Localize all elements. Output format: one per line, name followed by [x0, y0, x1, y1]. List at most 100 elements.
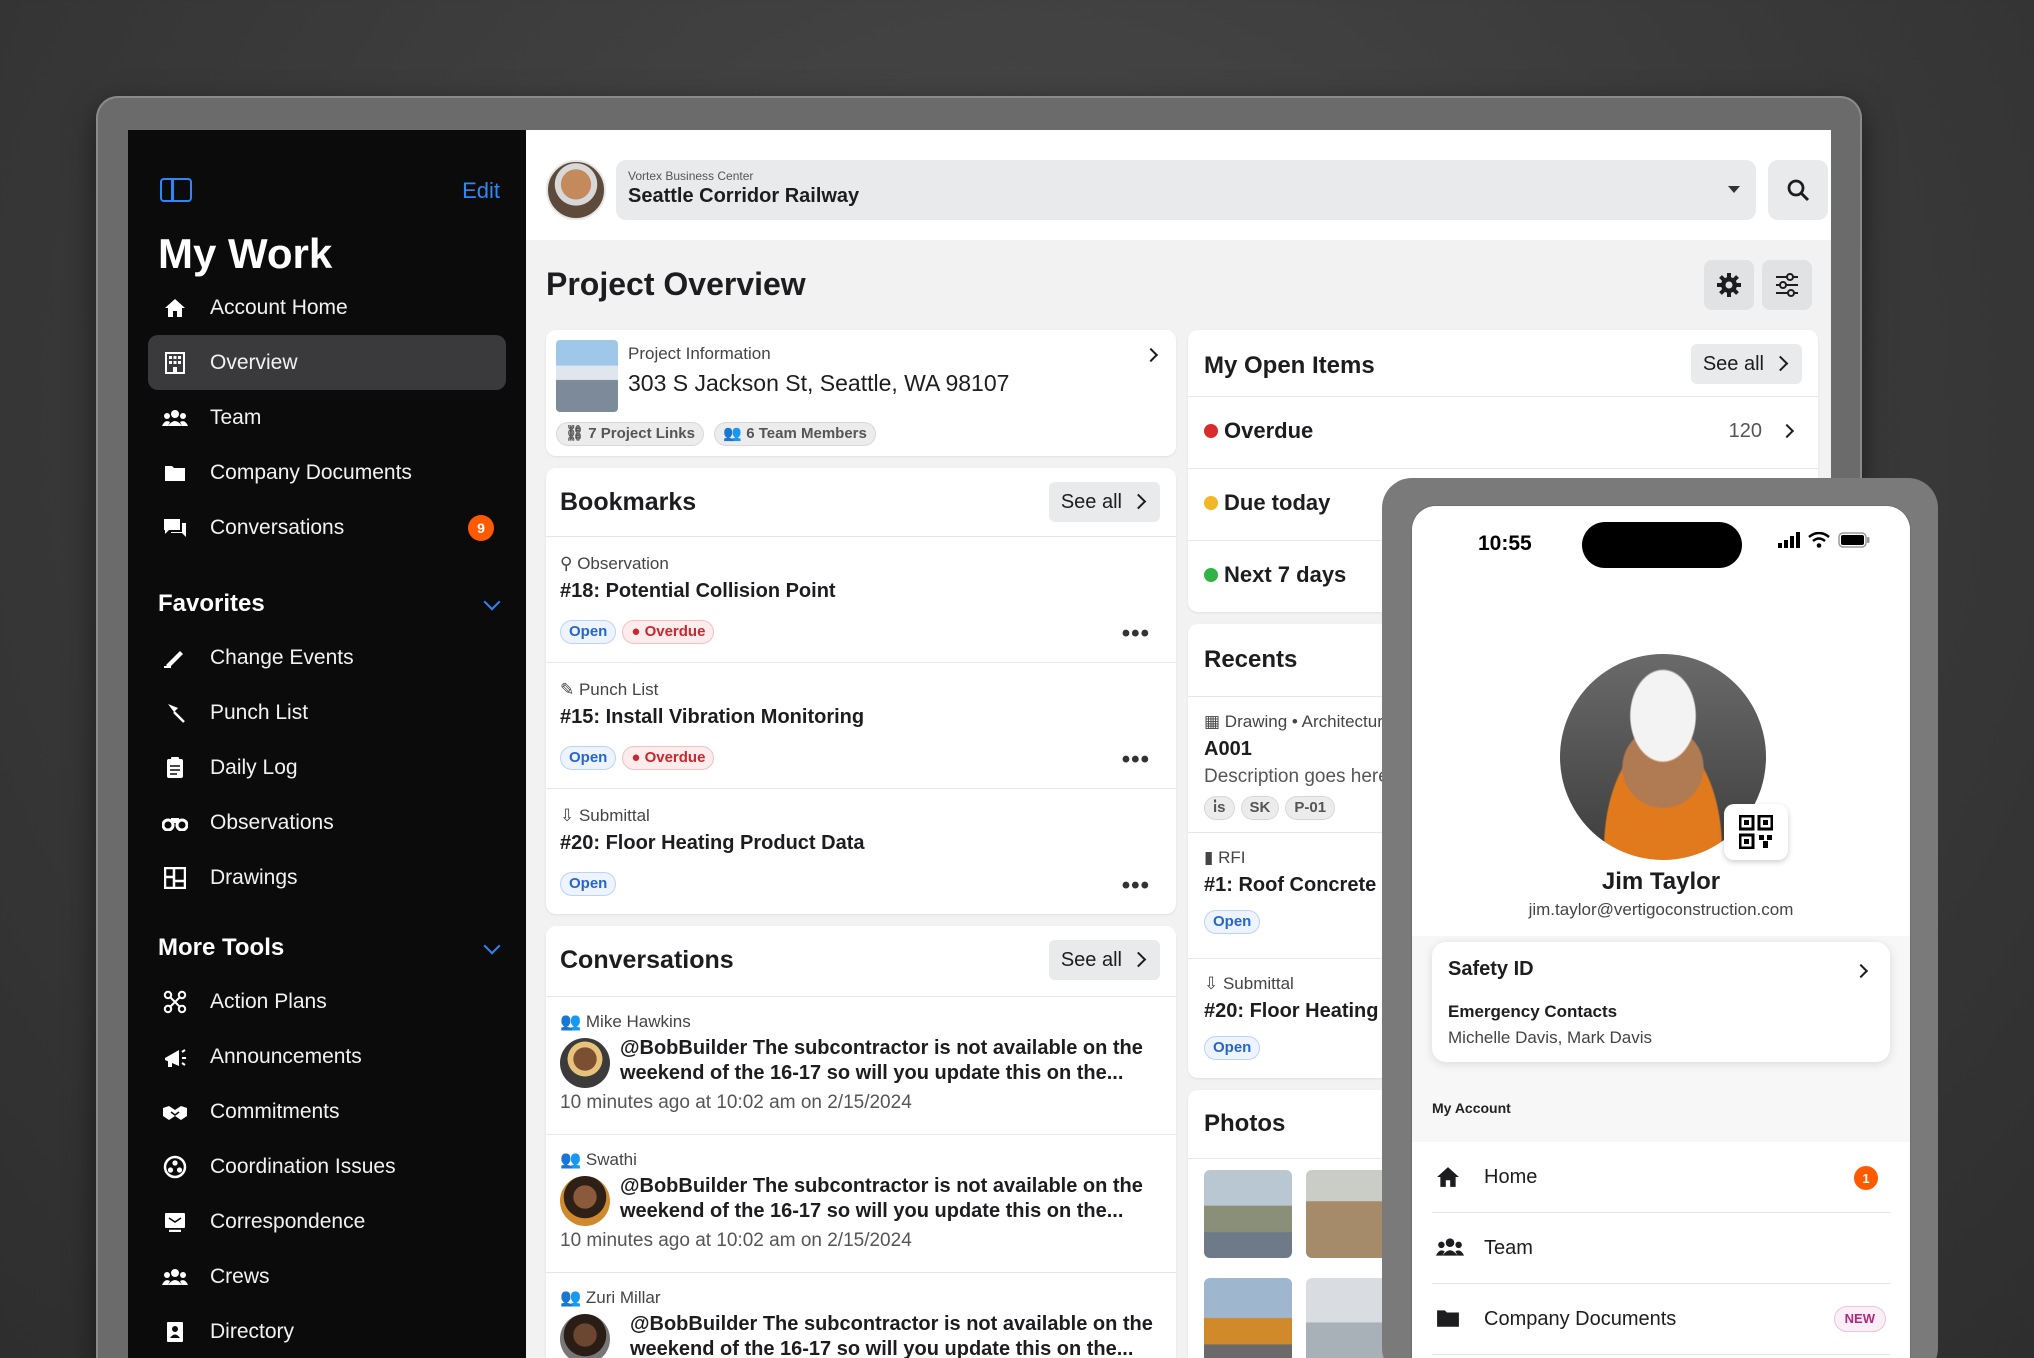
sidebar-item-drawings[interactable]: Drawings — [148, 850, 506, 905]
sidebar-item-action-plans[interactable]: Action Plans — [148, 974, 506, 1029]
project-selector[interactable]: Vortex Business Center Seattle Corridor … — [616, 160, 1756, 220]
more-options-icon[interactable]: ••• — [1122, 872, 1150, 900]
more-options-icon[interactable]: ••• — [1122, 746, 1150, 774]
open-items-label: Overdue — [1204, 418, 1313, 444]
phone-item-home[interactable]: Home 1 — [1432, 1142, 1890, 1213]
binoculars-icon — [160, 815, 190, 831]
folder-icon — [1436, 1308, 1462, 1328]
sidebar-item-correspondence[interactable]: Correspondence — [148, 1194, 506, 1249]
status-dot — [1204, 568, 1218, 582]
phone-screen: 10:55 Jim Taylor jim.taylor@vertigoconst… — [1412, 506, 1910, 1358]
sidebar-item-announcements[interactable]: Announcements — [148, 1029, 506, 1084]
sidebar-item-crews[interactable]: Crews — [148, 1249, 506, 1304]
crews-icon — [160, 1268, 190, 1286]
conversation-line: weekend of the 16-17 so will you update … — [630, 1338, 1134, 1358]
sidebar-top: Edit — [160, 178, 500, 208]
recent-chips: i̇s SK P-01 — [1204, 796, 1341, 820]
chat-icon — [160, 518, 190, 538]
conversations-badge: 9 — [468, 514, 494, 541]
sidebar-item-overview[interactable]: Overview — [148, 335, 506, 390]
photo-thumbnail[interactable] — [1306, 1170, 1394, 1258]
bookmarks-see-all-button[interactable]: See all — [1048, 482, 1160, 522]
bookmark-status: Open — [560, 872, 622, 896]
project-chips: ⛓ 7 Project Links 👥 6 Team Members — [556, 422, 882, 446]
open-items-row-overdue[interactable]: Overdue 120 — [1188, 396, 1818, 468]
sidebar-item-team[interactable]: Team — [148, 390, 506, 445]
sidebar-item-label: Directory — [210, 1319, 295, 1343]
sidebar-item-label: Conversations — [210, 515, 345, 539]
project-info-card[interactable]: Project Information 303 S Jackson St, Se… — [546, 330, 1176, 456]
qr-code-button[interactable] — [1724, 804, 1788, 860]
open-items-label: Next 7 days — [1204, 562, 1346, 588]
conversation-item[interactable]: 👥 Zuri Millar @BobBuilder The subcontrac… — [546, 1272, 1176, 1358]
sidebar-edit-button[interactable]: Edit — [462, 178, 500, 204]
sidebar-item-label: Drawings — [210, 865, 298, 889]
more-tools-title: More Tools — [158, 934, 285, 961]
bookmark-type: ✎ Punch List — [560, 680, 659, 699]
conversation-time: 10 minutes ago at 10:02 am on 2/15/2024 — [560, 1092, 912, 1113]
project-links-chip[interactable]: ⛓ 7 Project Links — [556, 422, 704, 446]
bookmark-title: #15: Install Vibration Monitoring — [560, 706, 865, 728]
team-members-chip[interactable]: 👥 6 Team Members — [714, 422, 876, 446]
my-account-list: Home 1 Team Company Documents NEW — [1412, 1142, 1910, 1358]
search-button[interactable] — [1768, 160, 1828, 220]
sidebar-item-commitments[interactable]: Commitments — [148, 1084, 506, 1139]
open-items-see-all-button[interactable]: See all — [1690, 344, 1802, 384]
conversation-text: @BobBuilder The subcontractor is not ava… — [620, 1036, 1160, 1086]
bookmark-type: ⇩ Submittal — [560, 806, 650, 825]
bookmark-type: ⚲ Observation — [560, 554, 669, 573]
my-account-heading: My Account — [1432, 1100, 1511, 1116]
favorites-title: Favorites — [158, 590, 265, 617]
team-icon — [160, 409, 190, 427]
bookmark-item[interactable]: ⇩ Submittal #20: Floor Heating Product D… — [546, 788, 1176, 914]
building-icon — [160, 351, 190, 374]
conversations-card: Conversations See all 👥 Mike Hawkins @Bo… — [546, 926, 1176, 1358]
bookmark-type-label: Submittal — [578, 806, 650, 825]
project-info-label: Project Information — [628, 344, 771, 363]
favorites-section-header[interactable]: Favorites — [158, 590, 501, 618]
sidebar-item-change-events[interactable]: Change Events — [148, 630, 506, 685]
bookmark-status: Open ● Overdue — [560, 746, 720, 770]
user-avatar[interactable] — [546, 160, 606, 220]
recent-type: ▮ RFI — [1204, 848, 1246, 867]
bookmark-item[interactable]: ✎ Punch List #15: Install Vibration Moni… — [546, 662, 1176, 788]
sidebar-item-coordination-issues[interactable]: Coordination Issues — [148, 1139, 506, 1194]
recent-type-label: RFI — [1218, 848, 1246, 867]
recents-title: Recents — [1204, 646, 1298, 673]
sidebar-item-directory[interactable]: Directory — [148, 1304, 506, 1358]
sidebar-item-punch-list[interactable]: Punch List — [148, 685, 506, 740]
filter-button[interactable] — [1762, 260, 1812, 310]
sidebar-item-company-documents[interactable]: Company Documents — [148, 445, 506, 500]
safety-id-title: Safety ID — [1448, 958, 1534, 980]
status-badge: Open — [560, 872, 617, 896]
sidebar-item-observations[interactable]: Observations — [148, 795, 506, 850]
more-tools-section-header[interactable]: More Tools — [158, 934, 501, 962]
directory-icon — [160, 1321, 190, 1343]
more-options-icon[interactable]: ••• — [1122, 620, 1150, 648]
correspondence-icon — [160, 1212, 190, 1232]
photo-thumbnail[interactable] — [1306, 1278, 1394, 1358]
photo-thumbnail[interactable] — [1204, 1170, 1292, 1258]
profile-section: Jim Taylor jim.taylor@vertigoconstructio… — [1412, 576, 1910, 936]
emergency-contacts-label: Emergency Contacts — [1448, 1002, 1618, 1021]
sidebar-toggle-icon[interactable] — [160, 178, 192, 202]
home-icon — [1436, 1166, 1462, 1188]
status-badge: Open — [1204, 910, 1261, 934]
conversations-see-all-button[interactable]: See all — [1048, 940, 1160, 980]
phone-item-company-documents[interactable]: Company Documents NEW — [1432, 1284, 1890, 1355]
conversation-author: 👥 Mike Hawkins — [560, 1012, 691, 1031]
chevron-down-icon — [483, 593, 501, 611]
bookmark-item[interactable]: ⚲ Observation #18: Potential Collision P… — [546, 536, 1176, 662]
conversation-item[interactable]: 👥 Mike Hawkins @BobBuilder The subcontra… — [546, 996, 1176, 1134]
bookmark-status: Open ● Overdue — [560, 620, 720, 644]
phone-item-team[interactable]: Team — [1432, 1213, 1890, 1284]
sidebar-item-label: Punch List — [210, 700, 309, 724]
sidebar-item-daily-log[interactable]: Daily Log — [148, 740, 506, 795]
settings-button[interactable] — [1704, 260, 1754, 310]
sidebar-item-account-home[interactable]: Account Home — [148, 280, 506, 335]
conversations-title: Conversations — [560, 946, 734, 974]
sidebar-item-conversations[interactable]: Conversations 9 — [148, 500, 506, 555]
safety-id-card[interactable]: Safety ID Emergency Contacts Michelle Da… — [1432, 942, 1890, 1062]
conversation-item[interactable]: 👥 Swathi @BobBuilder The subcontractor i… — [546, 1134, 1176, 1272]
photo-thumbnail[interactable] — [1204, 1278, 1292, 1358]
